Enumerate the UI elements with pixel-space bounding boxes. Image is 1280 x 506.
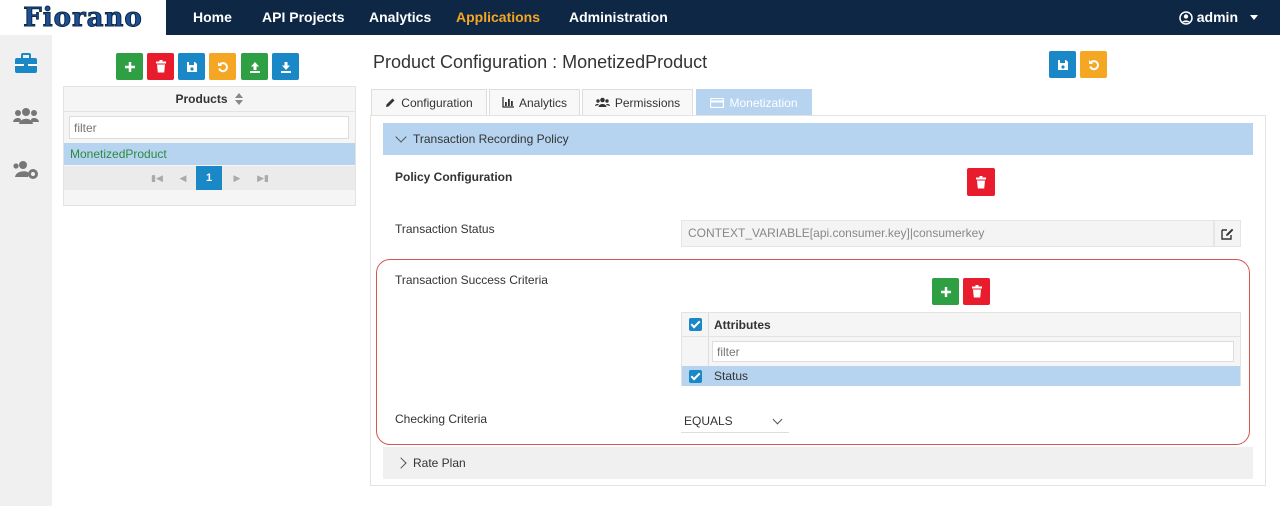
checking-criteria-label: Checking Criteria: [395, 412, 488, 426]
trash-icon: [976, 175, 986, 188]
trash-icon: [971, 285, 982, 298]
transaction-status-label: Transaction Status: [395, 222, 495, 236]
tab-label: Analytics: [518, 95, 568, 110]
attributes-filter-input[interactable]: [712, 341, 1234, 362]
product-list-item[interactable]: MonetizedProduct: [64, 143, 355, 165]
trash-icon: [155, 60, 166, 73]
accordion-title: Rate Plan: [413, 456, 466, 470]
user-menu[interactable]: admin: [1179, 0, 1258, 35]
credit-card-icon: [710, 97, 725, 108]
undo-icon: [1088, 59, 1099, 70]
tab-label: Configuration: [401, 95, 473, 110]
nav-administration[interactable]: Administration: [569, 0, 668, 35]
upload-product-button[interactable]: [241, 53, 268, 80]
pencil-icon: [386, 98, 395, 107]
top-nav-bar: Fiorano Home API Projects Analytics Appl…: [0, 0, 1280, 35]
chevron-down-icon: [395, 131, 407, 143]
chevron-down-icon: [772, 414, 783, 425]
first-page-icon[interactable]: ▮◀: [144, 166, 170, 190]
delete-product-button[interactable]: [147, 53, 174, 80]
chevron-right-icon: [395, 457, 407, 469]
edit-transaction-status-button[interactable]: [1214, 220, 1241, 247]
users-icon: [594, 97, 610, 107]
nav-home[interactable]: Home: [193, 0, 232, 35]
select-all-checkbox[interactable]: [689, 318, 702, 331]
products-filter-input[interactable]: [69, 116, 349, 139]
bar-chart-icon: [502, 97, 514, 108]
fiorano-logo[interactable]: Fiorano: [0, 0, 166, 35]
tab-label: Permissions: [614, 95, 681, 110]
policy-configuration-heading: Policy Configuration: [395, 170, 513, 184]
tab-configuration[interactable]: Configuration: [371, 89, 487, 115]
edit-icon: [1221, 228, 1234, 240]
undo-config-button[interactable]: [1080, 51, 1107, 78]
products-column-header[interactable]: Products: [64, 87, 355, 112]
tab-monetization[interactable]: Monetization: [696, 89, 812, 115]
add-criteria-button[interactable]: [932, 278, 959, 305]
selected-value: EQUALS: [684, 414, 733, 428]
caret-down-icon: [1250, 15, 1258, 20]
save-icon: [186, 61, 197, 72]
user-circle-icon: [1179, 10, 1193, 25]
checking-criteria-select[interactable]: EQUALS: [681, 410, 789, 433]
download-icon: [280, 61, 291, 73]
transaction-policy-accordion-header[interactable]: Transaction Recording Policy: [383, 123, 1253, 155]
tab-analytics[interactable]: Analytics: [489, 89, 580, 115]
plus-icon: [940, 286, 951, 297]
save-icon: [1057, 59, 1068, 70]
left-rail: [0, 35, 52, 506]
last-page-icon[interactable]: ▶▮: [250, 166, 276, 190]
table-row[interactable]: Status: [682, 366, 1240, 386]
current-page[interactable]: 1: [196, 166, 222, 190]
page-title: Product Configuration : MonetizedProduct: [373, 52, 708, 72]
success-criteria-label: Transaction Success Criteria: [395, 273, 548, 287]
undo-product-button[interactable]: [209, 53, 236, 80]
download-product-button[interactable]: [272, 53, 299, 80]
products-header-label: Products: [175, 92, 228, 106]
users-cog-icon[interactable]: [12, 158, 40, 182]
attributes-table-header: Attributes: [682, 313, 1240, 337]
attribute-name: Status: [714, 369, 749, 383]
add-product-button[interactable]: [116, 53, 143, 80]
transaction-status-field: CONTEXT_VARIABLE[api.consumer.key]|consu…: [681, 220, 1214, 247]
save-product-button[interactable]: [178, 53, 205, 80]
tab-label: Monetization: [729, 95, 798, 110]
accordion-title: Transaction Recording Policy: [413, 132, 569, 146]
next-page-icon[interactable]: ▶: [224, 166, 250, 190]
users-icon[interactable]: [12, 104, 40, 128]
delete-criteria-button[interactable]: [963, 278, 990, 305]
nav-api-projects[interactable]: API Projects: [262, 0, 344, 35]
briefcase-icon[interactable]: [12, 52, 40, 76]
save-config-button[interactable]: [1049, 51, 1076, 78]
plus-icon: [124, 61, 135, 72]
rate-plan-accordion-header[interactable]: Rate Plan: [383, 447, 1253, 479]
nav-applications[interactable]: Applications: [456, 0, 540, 35]
delete-policy-button[interactable]: [967, 168, 995, 196]
sort-icon: [234, 93, 244, 105]
tab-permissions[interactable]: Permissions: [582, 89, 693, 115]
attributes-header-label: Attributes: [714, 318, 771, 332]
user-name: admin: [1196, 9, 1238, 25]
undo-icon: [217, 61, 228, 72]
row-checkbox[interactable]: [689, 370, 702, 383]
attributes-table: Attributes Status: [681, 312, 1241, 386]
upload-icon: [249, 61, 260, 73]
products-list-panel: Products MonetizedProduct ▮◀ ◀ 1 ▶ ▶▮: [63, 86, 356, 206]
nav-analytics[interactable]: Analytics: [369, 0, 431, 35]
products-pager: ▮◀ ◀ 1 ▶ ▶▮: [64, 166, 355, 190]
prev-page-icon[interactable]: ◀: [170, 166, 196, 190]
